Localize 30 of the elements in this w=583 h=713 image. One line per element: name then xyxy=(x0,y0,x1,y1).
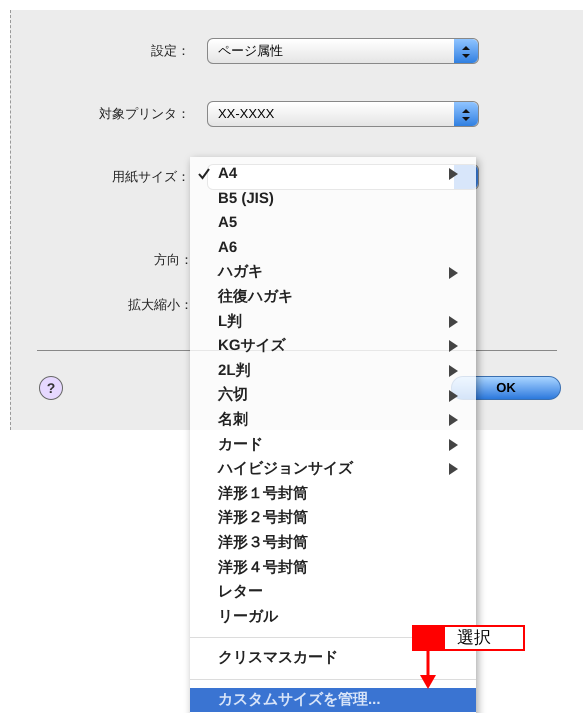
menu-item[interactable]: カスタムサイズを管理... xyxy=(190,688,476,712)
menu-item[interactable]: KGサイズ xyxy=(190,334,476,359)
menu-item[interactable]: L判 xyxy=(190,310,476,334)
menu-item[interactable]: A5 xyxy=(190,211,476,236)
menu-item[interactable]: A6 xyxy=(190,236,476,260)
orientation-label: 方向： xyxy=(153,251,193,270)
field-label: 対象プリンタ： xyxy=(98,105,191,124)
field-label: 用紙サイズ： xyxy=(111,168,191,186)
arrow-icon xyxy=(420,651,436,689)
menu-item[interactable]: 往復ハガキ xyxy=(190,284,476,310)
stepper-icon xyxy=(462,109,470,121)
menu-item[interactable]: ハイビジョンサイズ xyxy=(190,457,476,482)
callout-marker xyxy=(412,625,443,651)
popup-button[interactable]: ページ属性 xyxy=(207,38,479,64)
help-button[interactable]: ? xyxy=(39,376,63,400)
popup-button[interactable]: XX-XXXX xyxy=(207,101,479,127)
menu-item[interactable]: B5 (JIS) xyxy=(190,186,476,212)
stepper-icon xyxy=(462,46,470,58)
menu-item[interactable]: 洋形４号封筒 xyxy=(190,556,476,580)
menu-item[interactable]: 洋形３号封筒 xyxy=(190,530,476,556)
menu-item[interactable]: カード xyxy=(190,432,476,458)
menu-item[interactable]: ハガキ xyxy=(190,260,476,285)
menu-item[interactable]: A4 xyxy=(190,162,476,187)
menu-item[interactable]: 名刺 xyxy=(190,408,476,433)
menu-item[interactable]: 洋形２号封筒 xyxy=(190,506,476,531)
scale-label: 拡大縮小： xyxy=(127,296,193,314)
menu-item[interactable]: 洋形１号封筒 xyxy=(190,482,476,506)
menu-item[interactable]: レター xyxy=(190,580,476,605)
field-label: 設定： xyxy=(150,42,191,60)
callout-label: 選択 xyxy=(443,625,525,651)
